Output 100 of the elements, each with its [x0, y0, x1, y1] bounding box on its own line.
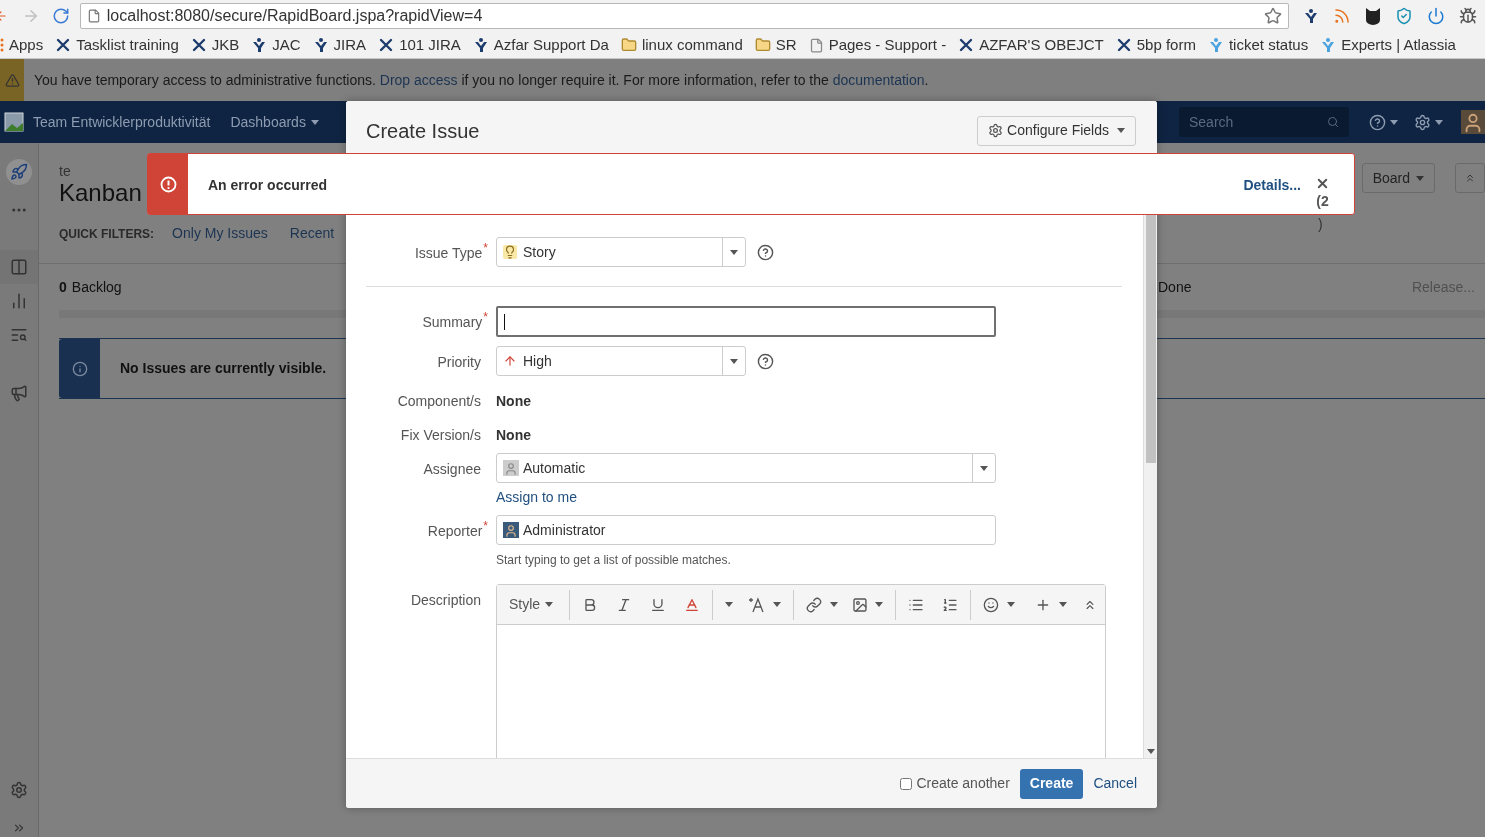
- select-field[interactable]: High: [496, 346, 746, 376]
- caret-icon: [829, 602, 838, 607]
- create-button[interactable]: Create: [1019, 768, 1084, 799]
- caret-icon: [730, 249, 738, 255]
- caret-icon: [1390, 119, 1398, 125]
- nav-menu[interactable]: Dashboards: [230, 111, 319, 133]
- summary-field[interactable]: [496, 306, 996, 337]
- help-icon[interactable]: [757, 243, 774, 261]
- text-color-icon[interactable]: [683, 596, 700, 613]
- figure-icon: [472, 37, 489, 53]
- bookmark[interactable]: Tasklist training: [55, 33, 179, 57]
- select-field[interactable]: Story: [496, 237, 746, 267]
- apps-grid-icon: [0, 38, 4, 52]
- shield-icon[interactable]: [1395, 7, 1413, 25]
- checkbox-label: Create another: [916, 774, 1010, 793]
- field-hint: Start typing to get a list of possible matches.: [496, 553, 732, 567]
- star-icon[interactable]: [1264, 7, 1282, 25]
- issues-search-icon[interactable]: [10, 326, 28, 344]
- bookmark[interactable]: ticket status: [1207, 33, 1309, 57]
- underline-icon[interactable]: [649, 596, 666, 613]
- style-dropdown[interactable]: Style: [505, 594, 558, 615]
- link-icon[interactable]: [805, 596, 822, 613]
- figure-icon: [1320, 37, 1337, 53]
- caret-icon: [980, 465, 988, 471]
- address-bar[interactable]: localhost:8080/secure/RapidBoard.jspa?rapidView=4: [79, 3, 1289, 29]
- reports-icon[interactable]: [10, 292, 28, 310]
- figure-icon: [1207, 37, 1224, 53]
- empty-message-text: No Issues are currently visible.: [120, 359, 327, 378]
- select-field[interactable]: Automatic: [496, 453, 996, 483]
- configure-fields-button[interactable]: Configure Fields: [977, 115, 1136, 146]
- field-label: Fix Version/s: [400, 426, 481, 444]
- text-size-icon[interactable]: [746, 596, 765, 613]
- help-menu[interactable]: [1369, 113, 1398, 131]
- bookmark[interactable]: Apps: [0, 33, 44, 57]
- alert-icon: [159, 175, 177, 193]
- figure-icon: [251, 37, 268, 53]
- details-link[interactable]: Details...: [1243, 175, 1301, 214]
- quick-filters-label: QUICK FILTERS:: [59, 225, 155, 243]
- description-editor[interactable]: Style: [496, 584, 1106, 758]
- field-label: Priority: [437, 353, 481, 372]
- text-cursor: [504, 313, 505, 330]
- search-icon: [1327, 116, 1339, 128]
- caret-icon: [730, 358, 738, 364]
- settings-menu[interactable]: [1414, 113, 1443, 131]
- caret-icon: [875, 602, 884, 607]
- board-icon[interactable]: [10, 258, 28, 276]
- bookmark[interactable]: JKB: [190, 33, 240, 57]
- field-label: Component/s: [397, 392, 481, 410]
- caret-icon: [545, 602, 554, 607]
- settings-icon[interactable]: [10, 781, 28, 799]
- warning-icon: [4, 72, 20, 88]
- bookmark[interactable]: linux command: [620, 33, 743, 57]
- caret-icon: [1117, 128, 1125, 133]
- cancel-link[interactable]: Cancel: [1093, 773, 1137, 794]
- caret-icon: [1007, 602, 1016, 607]
- admin-notice: You have temporary access to administrative functions. Drop access if you no longer require it. For more information, refer to the documentation.: [34, 70, 929, 90]
- avatar[interactable]: [1461, 110, 1485, 134]
- bookmark[interactable]: AZFAR'S OBEJCT: [958, 33, 1104, 57]
- field-value: None: [496, 392, 531, 410]
- field-label: Issue Type$^{*}$: [414, 243, 488, 263]
- bookmark[interactable]: 5bp form: [1115, 33, 1196, 57]
- team-title[interactable]: Team Entwicklerproduktivität: [33, 111, 211, 133]
- field-label: Assignee: [423, 460, 481, 479]
- bookmark[interactable]: Experts | Atlassia: [1320, 33, 1456, 57]
- settings-icon: [988, 123, 1004, 138]
- emoji-icon[interactable]: [983, 596, 1000, 613]
- help-icon[interactable]: [757, 352, 774, 370]
- bookmark[interactable]: SR: [754, 33, 797, 57]
- field-value: None: [496, 426, 531, 444]
- bookmark[interactable]: Pages - Support -: [808, 33, 947, 57]
- caret-icon: [1059, 602, 1068, 607]
- error-count: (2: [1316, 193, 1329, 209]
- user-field[interactable]: Administrator: [496, 515, 996, 545]
- bookmark[interactable]: 101 JIRA: [378, 33, 461, 57]
- assign-to-me-link[interactable]: Assign to me: [496, 489, 577, 506]
- rss-icon[interactable]: [1333, 7, 1351, 25]
- close-icon[interactable]: [1315, 176, 1330, 191]
- bug-icon[interactable]: [1459, 7, 1477, 25]
- bookmark[interactable]: Azfar Support Da: [472, 33, 609, 57]
- megaphone-icon[interactable]: [10, 384, 28, 402]
- collapse-icon: [1464, 172, 1476, 184]
- folder-icon: [754, 37, 771, 53]
- error-count-end: ): [1318, 216, 1323, 232]
- column-heading: 0 Backlog: [59, 277, 123, 297]
- expand-icon[interactable]: [12, 821, 26, 835]
- bookmark[interactable]: JAC: [251, 33, 301, 57]
- power-icon[interactable]: [1427, 7, 1445, 25]
- figure-icon: [1303, 8, 1319, 24]
- project-avatar[interactable]: [6, 159, 32, 185]
- reload-icon[interactable]: [51, 7, 70, 25]
- italic-icon[interactable]: [616, 596, 632, 613]
- image-icon[interactable]: [851, 596, 868, 613]
- board-menu-button[interactable]: Board: [1361, 163, 1435, 193]
- settings-icon: [1414, 113, 1431, 131]
- bookmark[interactable]: JIRA: [312, 33, 367, 57]
- column-heading: Done: [1158, 277, 1192, 297]
- create-another-checkbox[interactable]: [900, 777, 913, 790]
- numbered-list-icon[interactable]: [942, 596, 959, 613]
- search-field[interactable]: Search: [1179, 107, 1349, 137]
- folder-icon: [620, 37, 637, 53]
